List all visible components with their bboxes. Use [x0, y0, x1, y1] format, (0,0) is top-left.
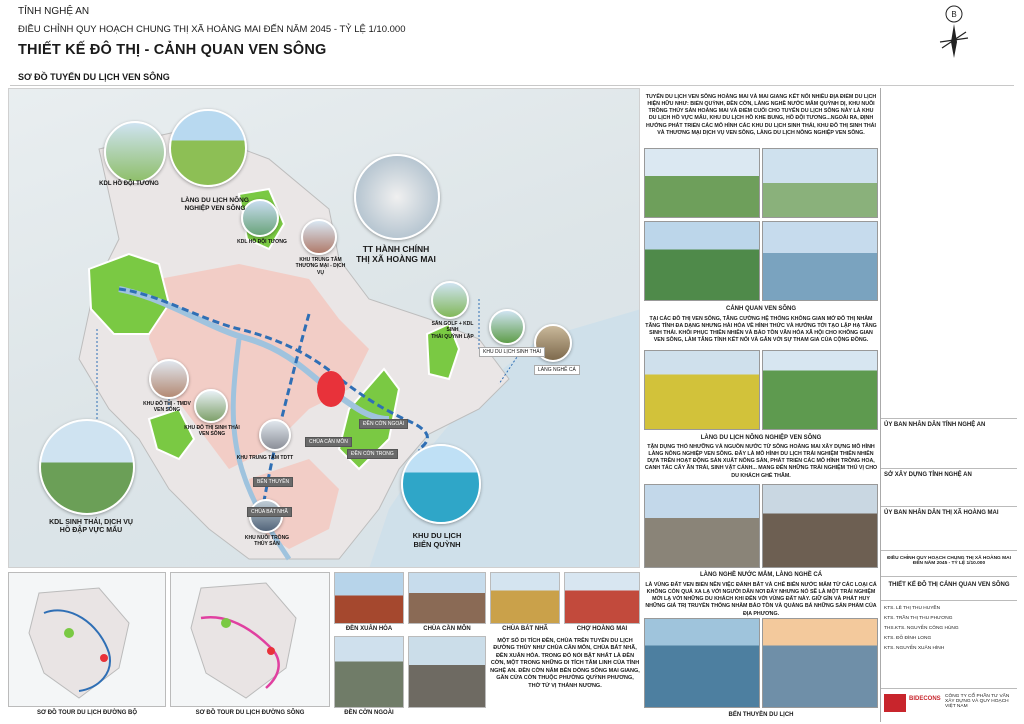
tourism-route-map: KDL HỒ ĐỘI TƯƠNG LÀNG DU LỊCH NÔNG NGHIỆ… [8, 88, 640, 568]
label-den-con-ngoai: ĐỀN CỜN NGOÀI [359, 419, 408, 429]
den-xuan-hoa-photo [334, 572, 404, 624]
san-golf-photo [431, 281, 469, 319]
designer-2: KTS. TRẦN THỊ THU PHƯƠNG [884, 616, 953, 621]
fish-sauce-photo-2 [762, 484, 878, 568]
heritage-description: MỘT SỐ DI TÍCH ĐỀN, CHÙA TRÊN TUYẾN DU L… [490, 638, 640, 689]
label-san-golf: SÂN GOLF + KDL SINH THÁI QUỲNH LẬP [431, 321, 474, 340]
approver: ỦY BAN NHÂN DÂN TỈNH NGHỆ AN [884, 422, 986, 428]
province-title: TỈNH NGHỆ AN [18, 6, 90, 17]
plan-title: ĐIỀU CHỈNH QUY HOẠCH CHUNG THỊ XÃ HOÀNG … [18, 24, 406, 35]
bien-quynh-photo [401, 444, 481, 524]
tour-duong-song-map [170, 572, 330, 707]
compass-logo-icon: B [930, 2, 978, 64]
organizer: ỦY BAN NHÂN DÂN THỊ XÃ HOÀNG MAI [884, 510, 999, 516]
lang-du-lich-photo [169, 109, 247, 187]
den-con-trong-photo [408, 636, 486, 708]
khu-do-thi-photo [149, 359, 189, 399]
bidecons-logo-icon [884, 694, 906, 712]
marina-photo-1 [644, 618, 760, 708]
chua-can-mon-photo [408, 572, 486, 624]
riverside-photo-1 [644, 148, 760, 218]
khu-sinh-thai-photo [489, 309, 525, 345]
riverside-photo-4 [762, 221, 878, 301]
kdl-sinh-thai-photo [39, 419, 135, 515]
manager: KTS. ĐỖ ĐÌNH LONG [884, 636, 932, 641]
cho-hoang-mai-photo [564, 572, 640, 624]
canh-quan-title: CẢNH QUAN VEN SÔNG [725, 306, 796, 312]
den-con-ngoai-caption: ĐỀN CỜN NGOÀI [344, 710, 394, 716]
divider [10, 85, 1014, 86]
agri-photo-1 [644, 350, 760, 430]
riverside-photo-2 [762, 148, 878, 218]
label-tt-hanh-chinh: TT HÀNH CHÍNH THỊ XÃ HOÀNG MAI [356, 244, 436, 265]
project-name: ĐIỀU CHỈNH QUY HOẠCH CHUNG THỊ XÃ HOÀNG … [887, 556, 1011, 566]
chua-bat-nha-caption: CHÙA BÁT NHÃ [502, 626, 548, 632]
intro-text: TUYẾN DU LỊCH VEN SÔNG HOÀNG MAI VÀ MAI … [645, 94, 877, 136]
riverside-photo-3 [644, 221, 760, 301]
sheet-title: THIẾT KẾ ĐÔ THỊ - CẢNH QUAN VEN SÔNG [18, 42, 327, 58]
trung-tam-tdtt-photo [259, 419, 291, 451]
tour-duong-bo-map [8, 572, 166, 707]
lang-nghe-text: LÀ VÙNG ĐẤT VEN BIỂN NÊN VIỆC ĐÁNH BẮT V… [645, 582, 877, 617]
bottom-strip: SƠ ĐỒ TOUR DU LỊCH ĐƯỜNG BỘ SƠ ĐỒ TOUR D… [8, 572, 640, 722]
label-khu-trung-tam: KHU TRUNG TÂM THƯƠNG MẠI - DỊCH VỤ [295, 257, 346, 276]
label-khu-sinh-thai: KHU DU LỊCH SINH THÁI [479, 347, 545, 357]
tour-duong-bo-caption: SƠ ĐỒ TOUR DU LỊCH ĐƯỜNG BỘ [36, 710, 138, 716]
lang-du-lich-title: LÀNG DU LỊCH NÔNG NGHIỆP VEN SÔNG [700, 435, 822, 441]
kdl-ho-doi-tuong-photo [104, 121, 166, 183]
chua-can-mon-caption: CHÙA CẦN MÔN [423, 626, 471, 632]
consultant: CÔNG TY CỔ PHẦN TƯ VẤN XÂY DỰNG VÀ QUY H… [945, 694, 1010, 709]
chua-bat-nha-photo [490, 572, 560, 624]
khu-trung-tam-photo [301, 219, 337, 255]
label-trung-tam-tdtt: KHU TRUNG TÂM TDTT [236, 455, 294, 461]
label-kdl-sinh-thai: KDL SINH THÁI, DỊCH VỤ HỒ ĐẬP VỰC MẤU [49, 519, 133, 535]
label-do-thi-sinh-thai: KHU ĐÔ THỊ SINH THÁI VEN SÔNG [184, 425, 240, 438]
label-ben-thuyen: BẾN THUYỀN [253, 477, 294, 487]
label-den-con-trong: ĐỀN CỜN TRONG [347, 449, 398, 459]
den-xuan-hoa-caption: ĐỀN XUÂN HÒA [345, 626, 393, 632]
designer-1: KTS. LÊ THỊ THU HUYỀN [884, 606, 941, 611]
label-kdl-ho-doi-tuong-2: KDL HỒ ĐỘI TƯƠNG [237, 239, 287, 245]
checker: THS.KTS. NGUYỄN CÔNG HÙNG [884, 626, 959, 631]
cho-hoang-mai-caption: CHỢ HOÀNG MAI [576, 626, 628, 632]
fish-sauce-photo-1 [644, 484, 760, 568]
label-chua-cam-mon: CHÙA CẢN MÔN [305, 437, 352, 447]
lang-nghe-title: LÀNG NGHỀ NƯỚC MẮM, LÀNG NGHỀ CÁ [699, 572, 823, 578]
lang-du-lich-text: TẬN DỤNG THỔ NHƯỠNG VÀ NGUỒN NƯỚC TỪ SÔN… [644, 444, 878, 479]
svg-text:B: B [951, 10, 956, 19]
marina-photo-2 [762, 618, 878, 708]
label-khu-nuoi-trong: KHU NUÔI TRỒNG THỦY SẢN [244, 535, 290, 548]
central-red-zone [317, 371, 345, 407]
label-khu-do-thi: KHU ĐÔ THỊ - TMDV VEN SÔNG [143, 401, 191, 414]
label-chua-bat-nha: CHÙA BÁT NHÃ [247, 507, 292, 517]
tt-hanh-chinh-photo [354, 154, 440, 240]
label-kdl-ho-doi-tuong: KDL HỒ ĐỘI TƯƠNG [99, 181, 159, 187]
do-thi-sinh-thai-photo [194, 389, 228, 423]
canh-quan-text: TẠI CÁC ĐÔ THỊ VEN SÔNG, TĂNG CƯỜNG HỆ T… [645, 316, 877, 344]
section-title: SƠ ĐỒ TUYẾN DU LỊCH VEN SÔNG [18, 72, 170, 82]
agri-photo-2 [762, 350, 878, 430]
label-lang-nghe-ca: LÀNG NGHỀ CÁ [534, 365, 580, 375]
ben-thuyen-caption: BẾN THUYỀN DU LỊCH [728, 712, 794, 718]
tour-duong-song-caption: SƠ ĐỒ TOUR DU LỊCH ĐƯỜNG SÔNG [195, 710, 305, 716]
director: KTS. NGUYỄN XUÂN HÌNH [884, 646, 945, 651]
right-column: TUYẾN DU LỊCH VEN SÔNG HOÀNG MAI VÀ MAI … [642, 88, 880, 722]
label-bien-quynh: KHU DU LỊCH BIỂN QUỲNH [412, 531, 462, 549]
brand-name: BIDECONS [909, 696, 941, 702]
label-lang-du-lich: LÀNG DU LỊCH NÔNG NGHIỆP VEN SÔNG [181, 197, 249, 213]
title-block: ỦY BAN NHÂN DÂN TỈNH NGHỆ AN SỞ XÂY DỰNG… [880, 88, 1017, 722]
drawing-name: THIẾT KẾ ĐÔ THỊ CẢNH QUAN VEN SÔNG [888, 582, 1010, 588]
appraiser: SỞ XÂY DỰNG TỈNH NGHỆ AN [884, 472, 972, 478]
den-con-ngoai-photo [334, 636, 404, 708]
